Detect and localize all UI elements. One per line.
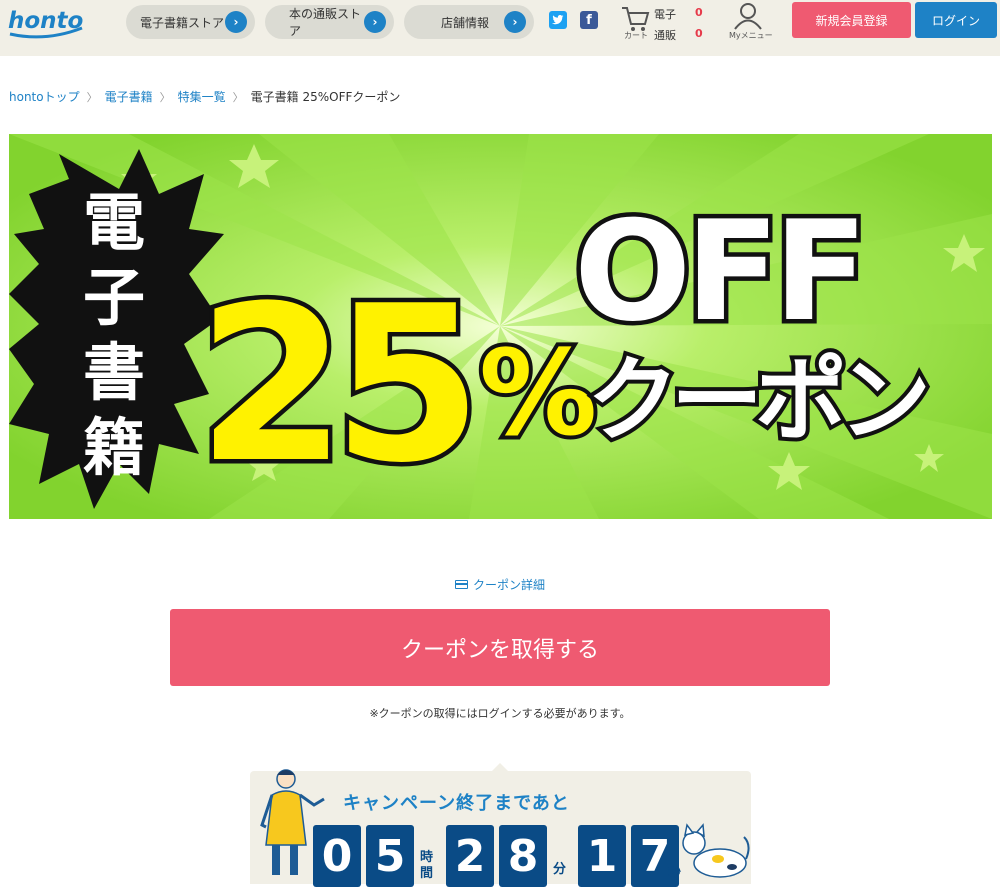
twitter-icon[interactable] (549, 11, 567, 29)
user-icon[interactable] (730, 2, 766, 30)
get-coupon-button[interactable]: クーポンを取得する (170, 609, 830, 686)
countdown-title: キャンペーン終了まであと (343, 793, 570, 814)
svg-text:子: 子 (83, 261, 145, 334)
breadcrumb-link-ebook[interactable]: 電子書籍 (105, 88, 153, 105)
chevron-right-icon: › (504, 11, 526, 33)
nav-store-info-label: 店舗情報 (441, 15, 490, 30)
cat-illustration (682, 823, 750, 878)
mymenu-label: Myメニュー (729, 31, 773, 40)
banner-off: OFF (574, 191, 862, 352)
nav-mailorder-store[interactable]: 本の通販ストア › (265, 5, 394, 39)
banner-coupon: クーポン (587, 347, 926, 454)
breadcrumb: hontoトップ 〉 電子書籍 〉 特集一覧 〉 電子書籍 25%OFFクーポン (9, 88, 400, 105)
countdown-minutes-digit: 2 (446, 825, 494, 887)
chevron-right-icon: 〉 (86, 90, 98, 104)
cart-mailorder-label: 通販 (654, 29, 676, 42)
chevron-right-icon: 〉 (232, 90, 244, 104)
banner-discount-number: 25 (197, 259, 468, 510)
unit-hours-1: 時 (420, 850, 434, 865)
facebook-icon[interactable]: f (580, 11, 598, 29)
countdown-panel: キャンペーン終了まであと 0 5 時 間 2 8 分 1 7 秒 (250, 763, 751, 887)
card-icon (455, 580, 468, 589)
chevron-right-icon: › (225, 11, 247, 33)
chevron-right-icon: 〉 (159, 90, 171, 104)
coupon-detail-link[interactable]: クーポン詳細 (455, 576, 545, 593)
honto-logo[interactable]: honto (6, 4, 86, 44)
nav-ebook-store[interactable]: 電子書籍ストア › (126, 5, 255, 39)
login-button[interactable]: ログイン (915, 2, 997, 38)
breadcrumb-link-features[interactable]: 特集一覧 (178, 88, 226, 105)
site-header: honto 電子書籍ストア › 本の通販ストア › 店舗情報 › f カート 電… (0, 0, 1000, 56)
svg-text:書: 書 (83, 336, 145, 409)
countdown-minutes-digit: 8 (499, 825, 547, 887)
nav-mailorder-store-label: 本の通販ストア (289, 7, 362, 38)
nav-store-info[interactable]: 店舗情報 › (404, 5, 534, 39)
breadcrumb-current: 電子書籍 25%OFFクーポン (250, 90, 401, 104)
countdown-hours-digit: 5 (366, 825, 414, 887)
breadcrumb-link-top[interactable]: hontoトップ (9, 88, 80, 105)
campaign-banner: 電 子 書 籍 25 % OFF クーポン (9, 134, 992, 519)
coupon-detail-label: クーポン詳細 (473, 578, 546, 592)
cart-label: カート (624, 31, 648, 40)
svg-text:電: 電 (83, 186, 145, 259)
cart-mailorder-count: 0 (695, 27, 703, 40)
chevron-right-icon: › (364, 11, 386, 33)
cart-ebook-label: 電子 (654, 8, 676, 21)
unit-minutes: 分 (553, 862, 567, 877)
register-button[interactable]: 新規会員登録 (792, 2, 911, 38)
unit-hours-2: 間 (420, 866, 434, 881)
countdown-hours-digit: 0 (313, 825, 361, 887)
cart-ebook-count: 0 (695, 6, 703, 19)
login-notice: ※クーポンの取得にはログインする必要があります。 (369, 707, 631, 720)
countdown-seconds-digit: 1 (578, 825, 626, 887)
nav-ebook-store-label: 電子書籍ストア (140, 15, 225, 30)
svg-text:籍: 籍 (83, 411, 145, 484)
